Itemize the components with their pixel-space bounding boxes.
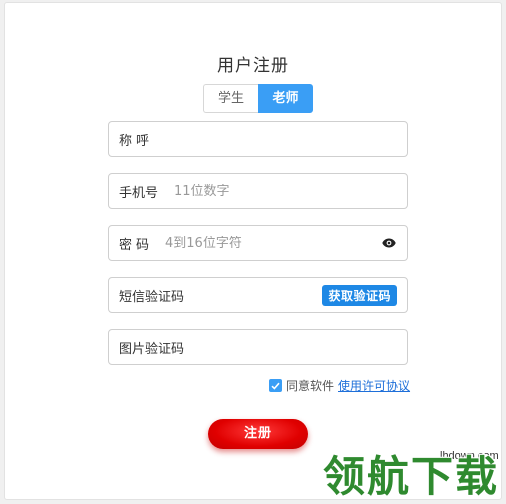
sms-code-label: 短信验证码 — [119, 289, 185, 305]
phone-input[interactable] — [174, 183, 397, 199]
role-toggle: 学生 老师 — [203, 84, 313, 113]
password-field[interactable]: 密码 — [108, 225, 408, 261]
agreement-row: 同意软件 使用许可协议 — [269, 377, 410, 394]
agreement-text: 同意软件 — [286, 379, 335, 393]
register-card: 用户注册 学生 老师 称呼 手机号 密码 短信验证码 获取验证码 图片验证码 — [4, 2, 502, 500]
phone-label: 手机号 — [119, 185, 159, 201]
role-student-button[interactable]: 学生 — [203, 84, 258, 113]
check-icon — [271, 382, 280, 390]
image-code-field[interactable]: 图片验证码 — [108, 329, 408, 365]
image-code-label: 图片验证码 — [119, 341, 185, 357]
phone-field[interactable]: 手机号 — [108, 173, 408, 209]
eye-icon[interactable] — [381, 235, 397, 251]
register-button[interactable]: 注册 — [208, 419, 308, 449]
password-input[interactable] — [165, 235, 381, 251]
license-link[interactable]: 使用许可协议 — [338, 377, 410, 394]
sms-code-field[interactable]: 短信验证码 获取验证码 — [108, 277, 408, 313]
password-label: 密码 — [119, 237, 154, 253]
agreement-checkbox[interactable] — [269, 379, 282, 392]
nickname-label: 称呼 — [119, 133, 154, 149]
role-teacher-button[interactable]: 老师 — [258, 84, 313, 113]
nickname-input[interactable] — [169, 131, 397, 147]
page-title: 用户注册 — [217, 56, 289, 76]
get-code-button[interactable]: 获取验证码 — [322, 284, 397, 306]
watermark-logo: 领航下载 — [323, 452, 500, 501]
nickname-field[interactable]: 称呼 — [108, 121, 408, 157]
